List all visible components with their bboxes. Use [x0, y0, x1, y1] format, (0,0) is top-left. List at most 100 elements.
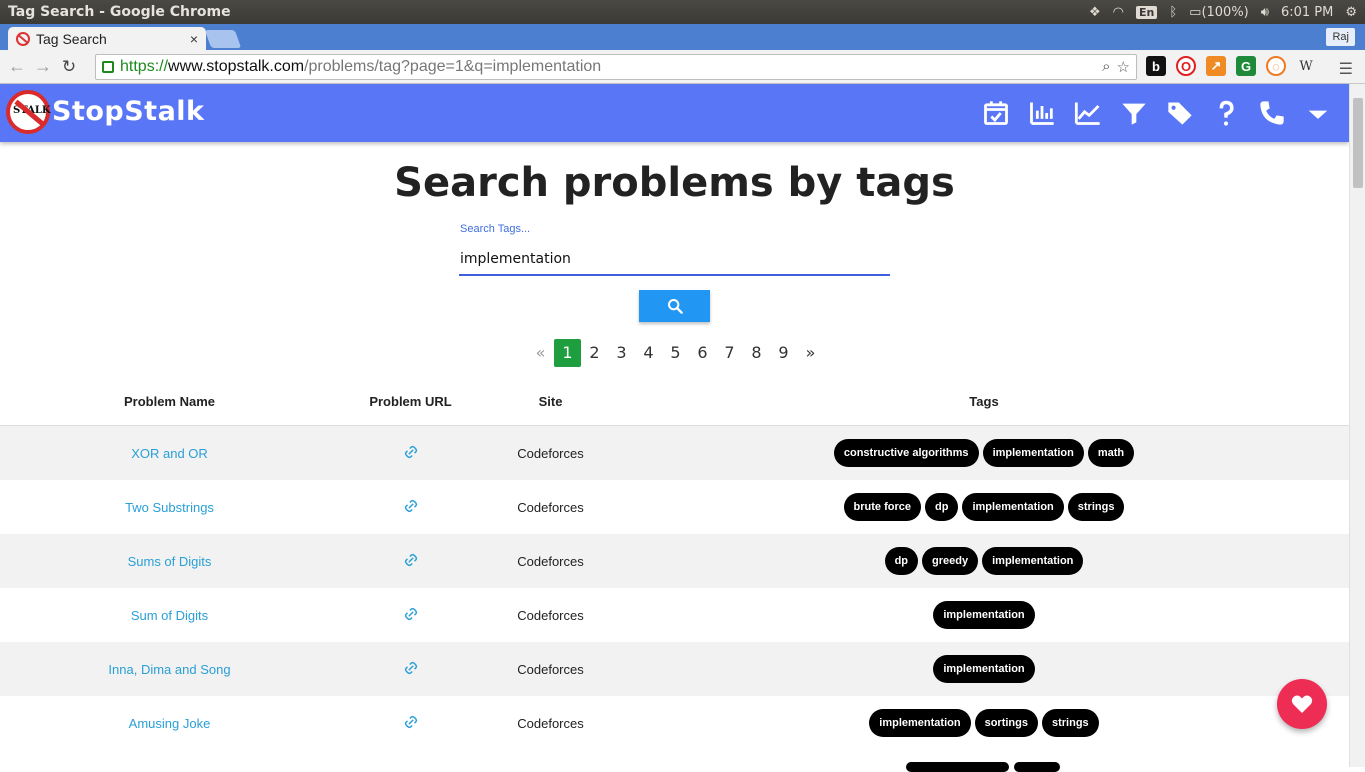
tab-close-icon[interactable]: ×	[190, 31, 198, 47]
stopstalk-logo-icon[interactable]: STALK	[6, 90, 51, 134]
phone-icon[interactable]	[1249, 84, 1295, 142]
bar-chart-icon[interactable]	[1019, 84, 1065, 142]
extension-sync-icon[interactable]: ◌	[1266, 56, 1286, 76]
tag-chip[interactable]: implementation	[933, 601, 1035, 629]
table-body: XOR and OR Codeforces constructive algorit…	[0, 426, 1349, 750]
header-problem-url: Problem URL	[369, 394, 452, 409]
page-1[interactable]: 1	[554, 339, 581, 367]
search-icon	[667, 299, 683, 314]
help-icon[interactable]	[1203, 84, 1249, 142]
extension-wikipedia-icon[interactable]: W	[1296, 56, 1316, 76]
problem-name-link[interactable]: Inna, Dima and Song	[108, 662, 230, 677]
link-icon[interactable]	[404, 553, 418, 570]
tag-chip[interactable]: implementation	[869, 709, 971, 737]
browser-toolbar: ← → ↻ https://www.stopstalk.com/problems…	[0, 50, 1365, 84]
calendar-check-icon[interactable]	[973, 84, 1019, 142]
profile-button[interactable]: Raj	[1326, 28, 1355, 46]
tag-chip[interactable]: greedy	[922, 547, 979, 575]
favorite-heart-button[interactable]	[1277, 679, 1327, 729]
url-path: /problems/tag?page=1&q=implementation	[304, 58, 602, 75]
tag-chip[interactable]: brute force	[843, 493, 922, 521]
link-icon[interactable]	[404, 661, 418, 678]
extension-g-icon[interactable]: G	[1236, 56, 1256, 76]
pagination-next[interactable]: »	[797, 339, 824, 367]
dropdown-icon[interactable]	[1295, 84, 1341, 142]
table-row: Inna, Dima and Song Codeforces implementat…	[0, 642, 1349, 696]
page-9[interactable]: 9	[770, 339, 797, 367]
extension-b-icon[interactable]: b	[1146, 56, 1166, 76]
page-2[interactable]: 2	[581, 339, 608, 367]
bluetooth-icon[interactable]: ᛒ	[1169, 5, 1177, 20]
forward-arrow-icon[interactable]: →	[30, 56, 56, 77]
page-3[interactable]: 3	[608, 339, 635, 367]
pagination-prev[interactable]: «	[527, 339, 554, 367]
link-icon[interactable]	[404, 445, 418, 462]
volume-icon[interactable]: 🔊︎	[1261, 5, 1269, 20]
filter-icon[interactable]	[1111, 84, 1157, 142]
table-row: Sum of Digits Codeforces implementation	[0, 588, 1349, 642]
page-5[interactable]: 5	[662, 339, 689, 367]
page-scrollbar[interactable]	[1349, 84, 1365, 767]
scrollbar-thumb[interactable]	[1353, 98, 1363, 188]
table-row: Sums of Digits Codeforces dp greedy implemen…	[0, 534, 1349, 588]
extension-icons: b O ↗ G ◌ W	[1146, 56, 1316, 76]
page-7[interactable]: 7	[716, 339, 743, 367]
problem-name-cell: Sums of Digits	[0, 534, 339, 588]
line-chart-icon[interactable]	[1065, 84, 1111, 142]
site-name: Codeforces	[517, 715, 584, 731]
tag-chip[interactable]: strings	[1042, 709, 1099, 737]
new-tab-button[interactable]	[204, 30, 242, 48]
tag-chip[interactable]: implementation	[982, 547, 1084, 575]
tag-chip[interactable]: implementation	[982, 439, 1084, 467]
tag-chip[interactable]: dp	[884, 547, 919, 575]
tab-tag-search[interactable]: Tag Search ×	[8, 27, 206, 51]
link-icon[interactable]	[404, 607, 418, 624]
tag-chip[interactable]: math	[1087, 439, 1135, 467]
extension-opera-icon[interactable]: O	[1176, 56, 1196, 76]
tag-chip[interactable]	[906, 762, 1009, 772]
tag-chip[interactable]: implementation	[962, 493, 1064, 521]
brand-name[interactable]: StopStalk	[52, 96, 205, 127]
search-button[interactable]	[639, 290, 710, 322]
clock[interactable]: 6:01 PM	[1281, 5, 1333, 20]
site-name: Codeforces	[517, 661, 584, 677]
bookmark-star-icon[interactable]: ☆	[1117, 58, 1130, 76]
site-cell: Codeforces	[482, 480, 619, 534]
tag-chip[interactable]	[1014, 762, 1060, 772]
tag-chip[interactable]: implementation	[933, 655, 1035, 683]
page-4[interactable]: 4	[635, 339, 662, 367]
problem-name-link[interactable]: Two Substrings	[125, 500, 214, 515]
problem-name-link[interactable]: Sums of Digits	[128, 554, 212, 569]
link-icon[interactable]	[404, 715, 418, 732]
dropbox-icon[interactable]: ❖	[1089, 5, 1101, 20]
settings-gear-icon[interactable]: ⚙	[1345, 5, 1357, 20]
tags-cell: implementation	[619, 642, 1349, 696]
chrome-menu-icon[interactable]: ☰	[1339, 59, 1353, 79]
keyboard-language[interactable]: En	[1135, 5, 1158, 19]
problem-name-link[interactable]: XOR and OR	[131, 446, 208, 461]
tag-chip[interactable]: constructive algorithms	[833, 439, 979, 467]
back-arrow-icon[interactable]: ←	[4, 56, 30, 77]
search-tags-input[interactable]	[459, 243, 890, 276]
site-name: Codeforces	[517, 553, 584, 569]
header-tags: Tags	[969, 394, 999, 409]
page-6[interactable]: 6	[689, 339, 716, 367]
tag-chip[interactable]: dp	[925, 493, 959, 521]
tags-cell: dp greedy implementation	[619, 534, 1349, 588]
tag-chip[interactable]: strings	[1067, 493, 1125, 521]
link-icon[interactable]	[404, 499, 418, 516]
address-bar[interactable]: https://www.stopstalk.com/problems/tag?p…	[95, 54, 1137, 80]
site-cell: Codeforces	[482, 426, 619, 480]
page-8[interactable]: 8	[743, 339, 770, 367]
extension-chart-icon[interactable]: ↗	[1206, 56, 1226, 76]
zoom-icon[interactable]: ⌕	[1102, 58, 1110, 76]
problem-url-cell	[339, 696, 482, 750]
tag-chip[interactable]: sortings	[974, 709, 1038, 737]
wifi-icon[interactable]: ◠	[1113, 5, 1124, 20]
problem-name-link[interactable]: Amusing Joke	[129, 716, 211, 731]
stopstalk-favicon-icon	[16, 32, 30, 46]
reload-icon[interactable]: ↻	[56, 57, 82, 77]
battery-indicator[interactable]: ▭(100%)	[1189, 5, 1249, 20]
tag-icon[interactable]	[1157, 84, 1203, 142]
problem-name-link[interactable]: Sum of Digits	[131, 608, 208, 623]
